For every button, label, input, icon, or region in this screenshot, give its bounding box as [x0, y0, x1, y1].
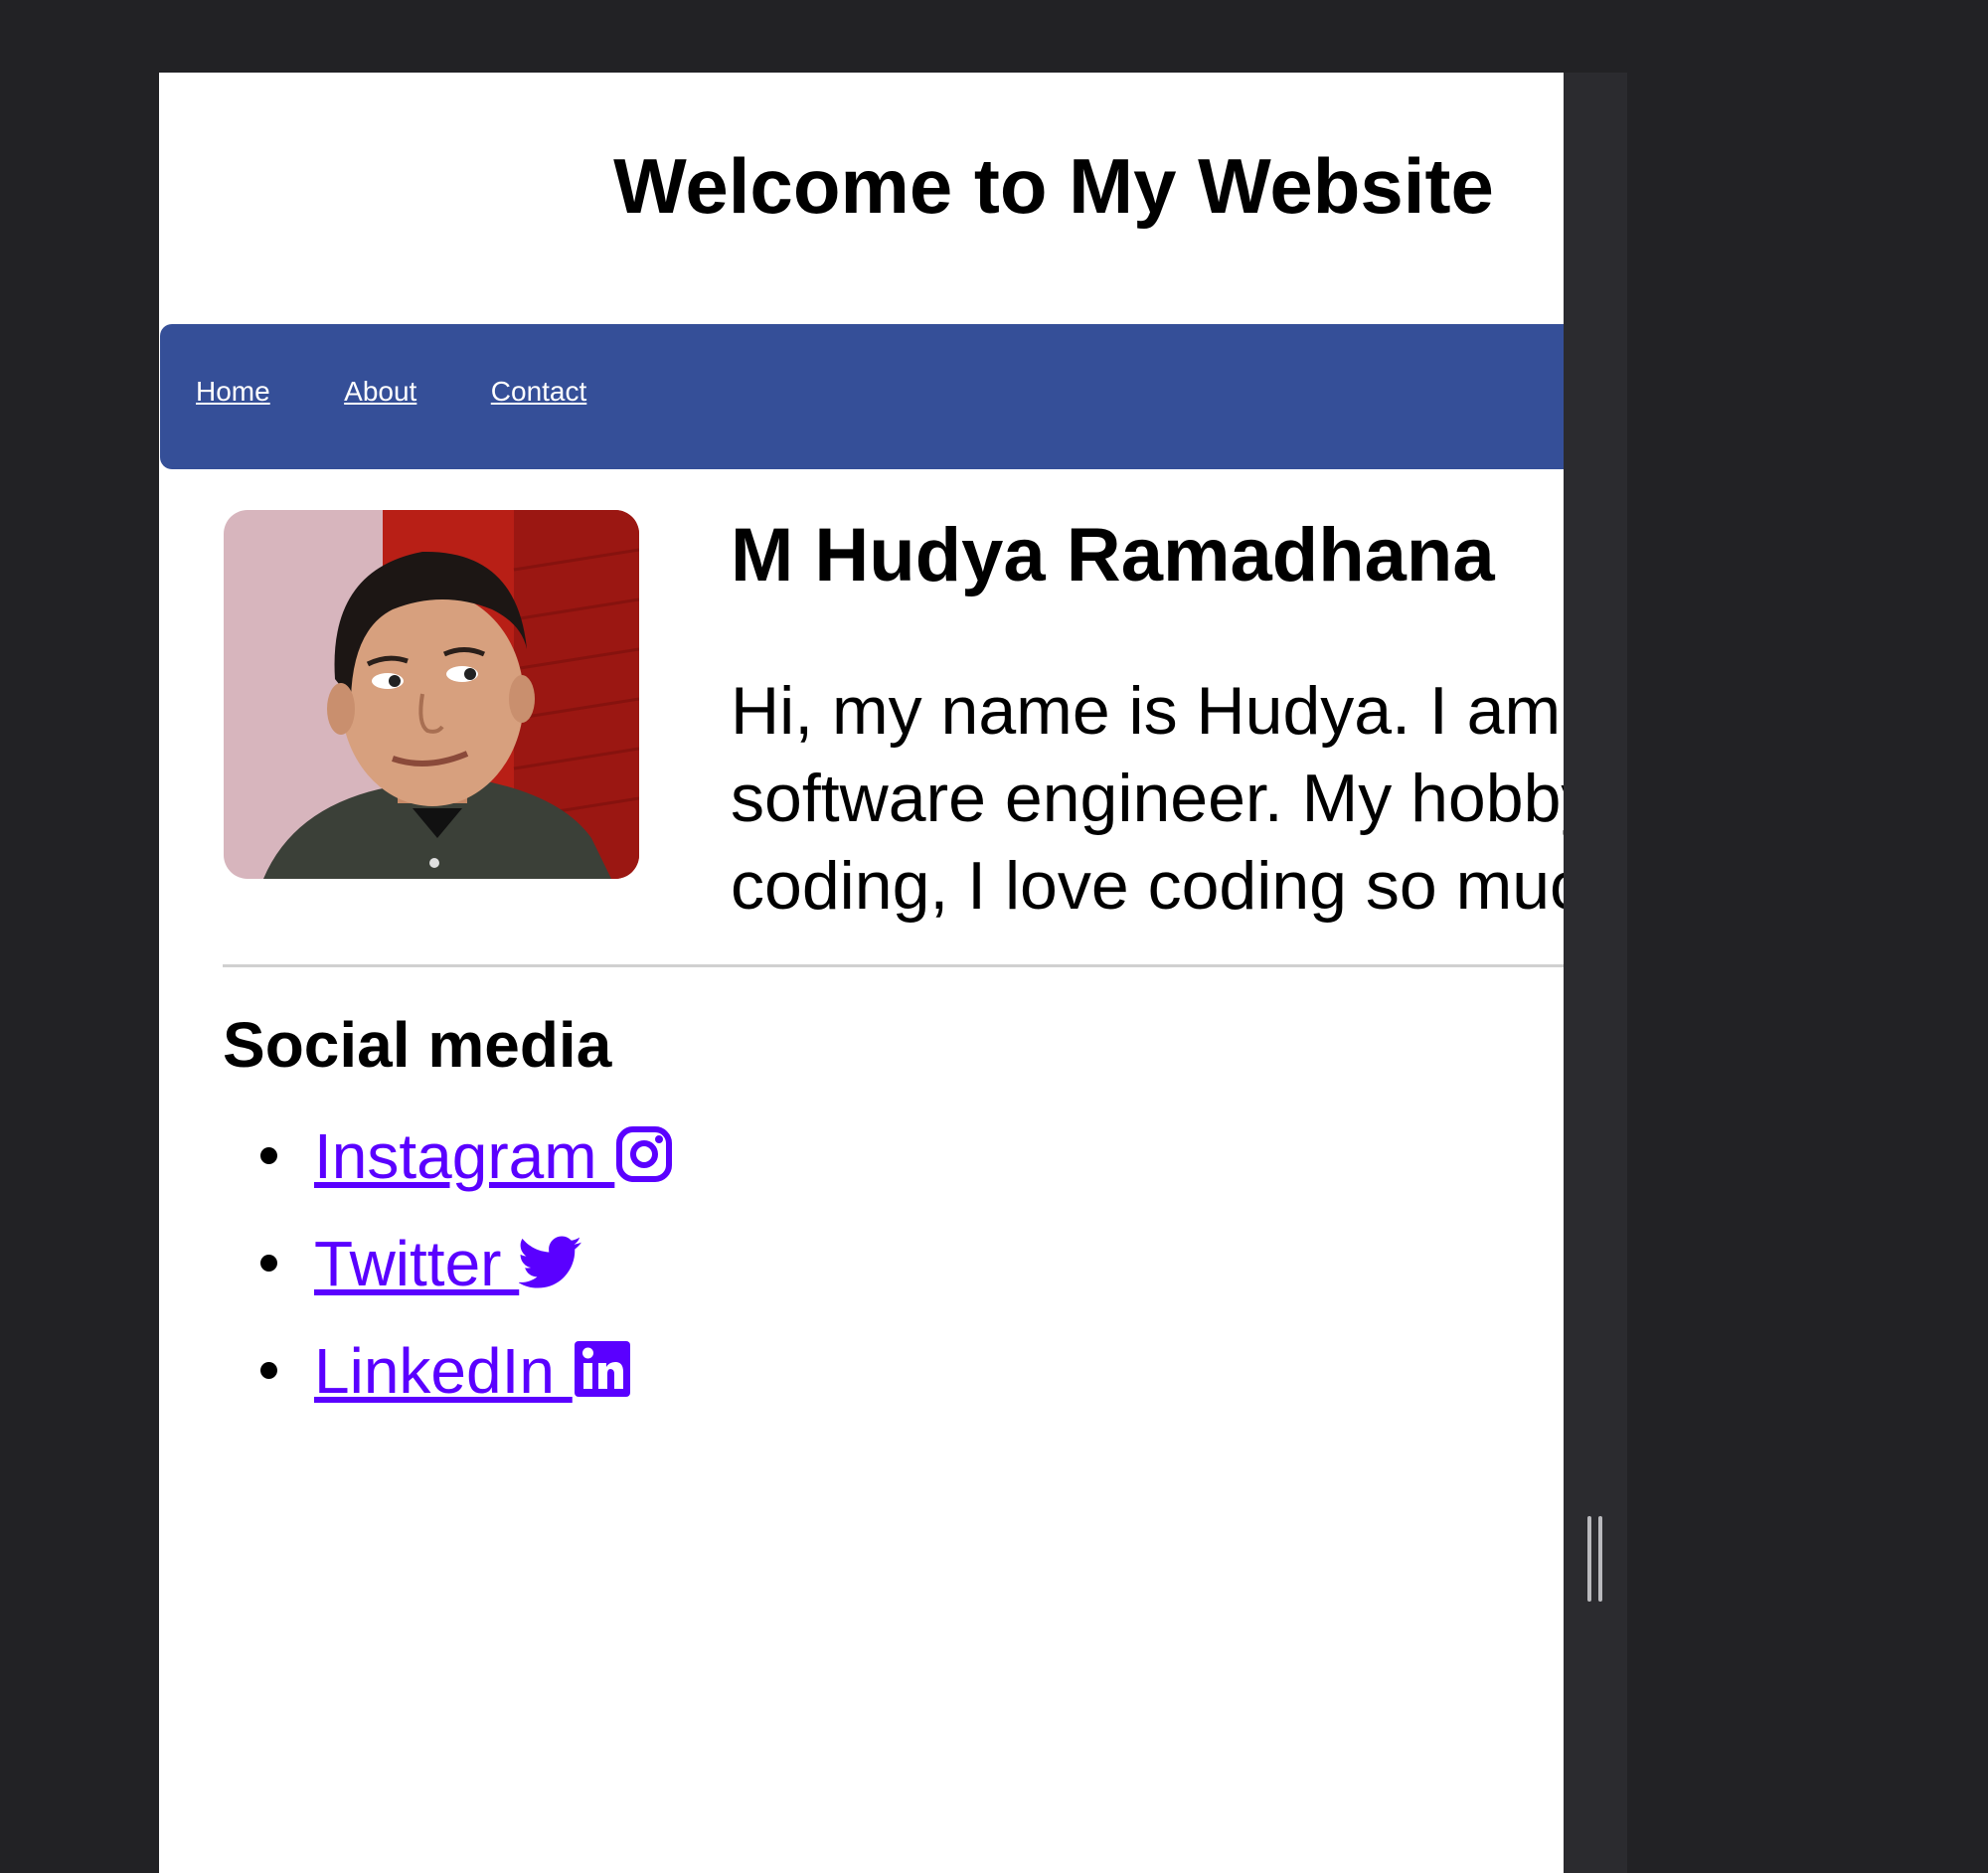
instagram-label: Instagram: [314, 1120, 615, 1192]
nav-link-home[interactable]: Home: [196, 376, 270, 407]
instagram-link[interactable]: Instagram: [314, 1116, 674, 1196]
nav-link-about[interactable]: About: [344, 376, 416, 407]
linkedin-link[interactable]: LinkedIn: [314, 1331, 632, 1411]
social-heading: Social media: [223, 1009, 612, 1081]
nav-links: Home About Contact: [196, 376, 656, 408]
profile-name: M Hudya Ramadhana: [731, 513, 1495, 597]
profile-bio: Hi, my name is Hudya. I am a software en…: [731, 673, 1564, 924]
bullet-icon: [260, 1147, 277, 1164]
page-title: Welcome to My Website: [613, 142, 1494, 230]
linkedin-icon: [574, 1341, 630, 1397]
linkedin-label: LinkedIn: [314, 1335, 573, 1407]
resize-handle[interactable]: [1564, 73, 1627, 1873]
section-divider: [223, 964, 1564, 967]
grip-icon[interactable]: [1583, 1516, 1607, 1602]
twitter-label: Twitter: [314, 1228, 520, 1299]
twitter-link[interactable]: Twitter: [314, 1224, 582, 1303]
twitter-icon: [519, 1236, 582, 1288]
main-nav: Home About Contact: [160, 324, 1564, 469]
profile-photo: [224, 510, 639, 879]
bullet-icon: [260, 1362, 277, 1379]
instagram-icon: [616, 1126, 673, 1182]
site-header: Welcome to My Website: [159, 73, 1564, 324]
nav-link-contact[interactable]: Contact: [491, 376, 587, 407]
browser-viewport: Welcome to My Website Home About Contact: [159, 73, 1564, 1873]
bullet-icon: [260, 1255, 277, 1272]
